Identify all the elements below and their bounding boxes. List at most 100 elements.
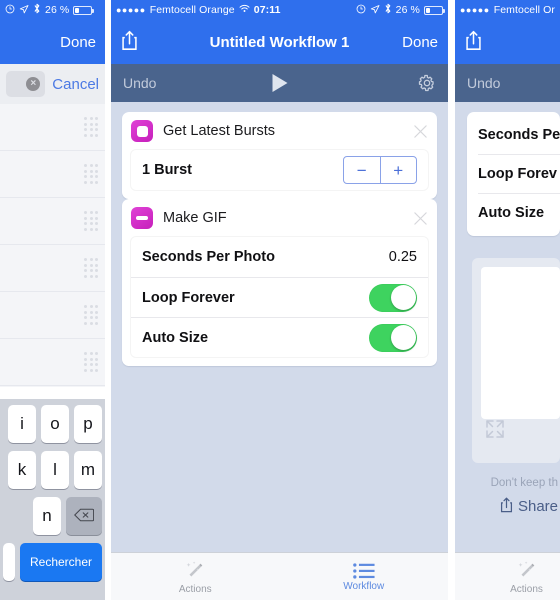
preview-note: Don't keep th bbox=[490, 477, 558, 489]
stepper-plus-button[interactable]: + bbox=[381, 157, 417, 183]
drag-handle-icon[interactable] bbox=[84, 164, 98, 184]
workflow-canvas[interactable]: Get Latest Bursts 1 Burst − + Make GIF S… bbox=[111, 102, 448, 552]
gear-icon[interactable] bbox=[418, 74, 436, 92]
on-screen-keyboard[interactable]: i o p k l m n Rechercher bbox=[0, 399, 105, 600]
tab-workflow[interactable]: Workflow bbox=[280, 562, 449, 592]
key-o[interactable]: o bbox=[41, 405, 69, 443]
tab-label: Actions bbox=[178, 583, 212, 595]
backspace-icon bbox=[74, 508, 95, 525]
action-title: Get Latest Bursts bbox=[163, 123, 276, 139]
action-parameters: 1 Burst − + bbox=[131, 150, 428, 190]
parameter-row-auto-size: Auto Size bbox=[131, 317, 428, 357]
parameter-label: Seconds Pe bbox=[478, 127, 560, 143]
status-bar: ●●●●● Femtocell Or bbox=[455, 0, 560, 20]
undo-button[interactable]: Undo bbox=[123, 75, 156, 91]
parameter-label: Auto Size bbox=[142, 329, 209, 346]
list-item[interactable] bbox=[0, 292, 105, 339]
parameter-label: Loop Forever bbox=[142, 289, 235, 306]
share-icon[interactable] bbox=[121, 30, 138, 55]
search-results-list[interactable] bbox=[0, 104, 105, 387]
action-header: Make GIF bbox=[122, 199, 437, 237]
search-input[interactable]: × bbox=[6, 71, 46, 97]
undo-button[interactable]: Undo bbox=[467, 75, 500, 91]
play-icon[interactable] bbox=[272, 74, 287, 92]
close-icon[interactable] bbox=[413, 124, 428, 139]
tab-actions[interactable]: Actions bbox=[455, 560, 560, 595]
list-item[interactable] bbox=[0, 339, 105, 386]
parameter-row-loop-forever: Loop Forever bbox=[131, 277, 428, 317]
center-screenshot-panel: ●●●●● Femtocell Orange 07:11 26 % Untitl… bbox=[111, 0, 448, 600]
quantity-stepper[interactable]: − + bbox=[343, 156, 417, 184]
parameter-value[interactable]: 0.25 bbox=[389, 249, 417, 265]
list-item[interactable] bbox=[0, 104, 105, 151]
alarm-icon bbox=[356, 4, 366, 17]
action-card-make-gif[interactable]: Make GIF Seconds Per Photo 0.25 Loop For… bbox=[122, 199, 437, 366]
search-key[interactable]: Rechercher bbox=[20, 543, 102, 581]
action-parameters: Seconds Per Photo 0.25 Loop Forever Auto… bbox=[131, 237, 428, 357]
location-arrow-icon bbox=[19, 4, 29, 17]
parameter-row-loop-forever[interactable]: Loop Forev bbox=[478, 154, 560, 193]
keyboard-row-1: i o p bbox=[3, 405, 102, 443]
list-item[interactable] bbox=[0, 151, 105, 198]
share-icon[interactable] bbox=[465, 30, 482, 55]
key-p[interactable]: p bbox=[74, 405, 102, 443]
right-screenshot-panel: ●●●●● Femtocell Or Undo Seconds Pe Loop … bbox=[455, 0, 560, 600]
action-card-get-latest-bursts[interactable]: Get Latest Bursts 1 Burst − + bbox=[122, 112, 437, 199]
alarm-icon bbox=[5, 4, 15, 17]
drag-handle-icon[interactable] bbox=[84, 211, 98, 231]
key-m[interactable]: m bbox=[74, 451, 102, 489]
done-button[interactable]: Done bbox=[60, 34, 96, 51]
battery-icon bbox=[424, 5, 445, 15]
action-parameters: Seconds Pe Loop Forev Auto Size bbox=[467, 112, 560, 236]
nav-bar: Untitled Workflow 1 Done bbox=[111, 20, 448, 64]
status-bar: ●●●●● Femtocell Orange 07:11 26 % bbox=[111, 0, 448, 20]
search-bar: × Cancel bbox=[0, 64, 105, 104]
drag-handle-icon[interactable] bbox=[84, 352, 98, 372]
left-screenshot-panel: 26 % Done × Cancel i o p k l m n Recherc… bbox=[0, 0, 105, 600]
action-title: Make GIF bbox=[163, 210, 227, 226]
key-n[interactable]: n bbox=[33, 497, 61, 535]
left-nav-bar: Done bbox=[0, 20, 105, 64]
signal-strength-icon: ●●●●● bbox=[116, 4, 146, 15]
workflow-canvas[interactable]: Seconds Pe Loop Forev Auto Size Don't ke… bbox=[455, 102, 560, 552]
key-i[interactable]: i bbox=[8, 405, 36, 443]
keyboard-row-2: k l m bbox=[3, 451, 102, 489]
editor-toolbar: Undo bbox=[455, 64, 560, 102]
expand-icon[interactable] bbox=[485, 420, 505, 443]
magic-wand-icon bbox=[516, 560, 538, 582]
drag-handle-icon[interactable] bbox=[84, 305, 98, 325]
key-k[interactable]: k bbox=[8, 451, 36, 489]
key-l[interactable]: l bbox=[41, 451, 69, 489]
close-icon[interactable] bbox=[413, 211, 428, 226]
parameter-label: Loop Forev bbox=[478, 166, 557, 182]
share-icon bbox=[500, 497, 513, 516]
list-item[interactable] bbox=[0, 245, 105, 292]
preview-image bbox=[481, 267, 560, 419]
list-icon bbox=[352, 562, 375, 579]
cancel-button[interactable]: Cancel bbox=[52, 76, 99, 93]
parameter-label: Seconds Per Photo bbox=[142, 249, 275, 265]
auto-size-toggle[interactable] bbox=[369, 323, 417, 352]
tab-bar: Actions bbox=[455, 552, 560, 600]
tab-label: Actions bbox=[510, 583, 543, 595]
parameter-row-seconds-per-photo[interactable]: Seconds Pe bbox=[478, 116, 560, 154]
backspace-key[interactable] bbox=[66, 497, 102, 535]
carrier-label: Femtocell Orange bbox=[149, 4, 235, 16]
result-preview-card[interactable] bbox=[472, 258, 560, 463]
share-button[interactable]: Share bbox=[467, 497, 560, 516]
done-button[interactable]: Done bbox=[402, 34, 438, 51]
parameter-row-auto-size[interactable]: Auto Size bbox=[478, 193, 560, 232]
stepper-minus-button[interactable]: − bbox=[344, 157, 381, 183]
list-item[interactable] bbox=[0, 198, 105, 245]
loop-forever-toggle[interactable] bbox=[369, 283, 417, 312]
drag-handle-icon[interactable] bbox=[84, 258, 98, 278]
list-spacer bbox=[0, 387, 105, 399]
bluetooth-icon bbox=[384, 3, 392, 17]
battery-percent-label: 26 % bbox=[45, 4, 70, 16]
parameter-row-seconds-per-photo[interactable]: Seconds Per Photo 0.25 bbox=[131, 237, 428, 277]
key-partial[interactable] bbox=[3, 543, 15, 581]
tab-actions[interactable]: Actions bbox=[111, 560, 280, 595]
clock-label: 07:11 bbox=[253, 4, 281, 16]
clear-circle-icon[interactable]: × bbox=[26, 77, 41, 91]
drag-handle-icon[interactable] bbox=[84, 117, 98, 137]
